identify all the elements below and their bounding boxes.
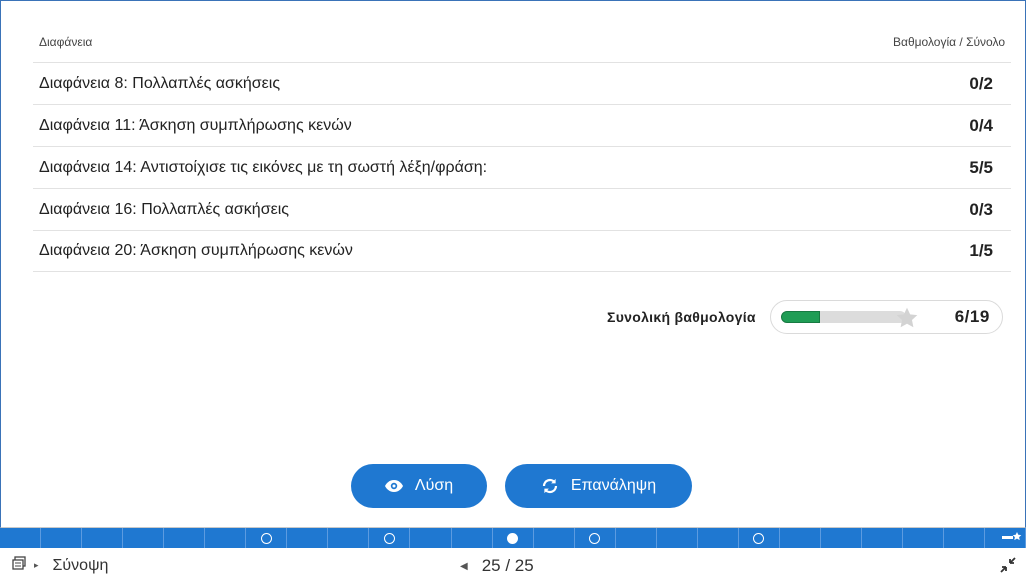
caret-right-icon: ▸ <box>34 560 39 570</box>
triangle-left-icon[interactable]: ◀ <box>460 561 468 572</box>
progress-segment[interactable] <box>123 528 165 548</box>
retry-button[interactable]: Επανάληψη <box>505 464 692 508</box>
progress-segment[interactable] <box>616 528 657 548</box>
progress-segment[interactable] <box>575 528 616 548</box>
progress-segment[interactable] <box>821 528 862 548</box>
refresh-icon <box>541 477 559 495</box>
score-progress-bar <box>780 311 906 323</box>
progress-segment[interactable] <box>534 528 575 548</box>
retry-label: Επανάληψη <box>570 477 657 494</box>
total-score-value: 6/19 <box>954 307 990 326</box>
progress-segment[interactable] <box>41 528 83 548</box>
progress-marker <box>507 532 519 544</box>
progress-segment[interactable] <box>164 528 206 548</box>
progress-segment[interactable] <box>0 528 42 548</box>
score-progress-fill <box>780 311 821 323</box>
progress-marker <box>589 532 601 544</box>
results-panel: Διαφάνεια Βαθμολογία / Σύνολο Διαφάνεια … <box>0 0 1026 528</box>
page-navigation: ◀ 25 / 25 <box>460 556 534 576</box>
table-row[interactable]: Διαφάνεια 20: Άσκηση συμπλήρωσης κενών 1/… <box>33 230 1011 272</box>
solution-label: Λύση <box>414 477 454 494</box>
row-score: 5/5 <box>969 157 993 177</box>
table-header: Διαφάνεια Βαθμολογία / Σύνολο <box>33 21 1011 62</box>
summary-label: Σύνοψη <box>52 556 109 574</box>
row-slide-label: Διαφάνεια 8: Πολλαπλές ασκήσεις <box>39 74 281 92</box>
progress-end-icon <box>1002 530 1022 547</box>
table-row[interactable]: Διαφάνεια 11: Άσκηση συμπλήρωσης κενών 0/… <box>33 104 1011 146</box>
total-score-label: Συνολική βαθμολογία <box>607 309 756 325</box>
progress-segment[interactable] <box>452 528 493 548</box>
row-score: 0/4 <box>969 115 993 135</box>
progress-segment[interactable] <box>205 528 247 548</box>
progress-segment[interactable] <box>698 528 739 548</box>
table-row[interactable]: Διαφάνεια 8: Πολλαπλές ασκήσεις 0/2 <box>33 62 1011 104</box>
progress-marker <box>383 532 395 544</box>
progress-segment[interactable] <box>369 528 411 548</box>
row-slide-label: Διαφάνεια 20: Άσκηση συμπλήρωσης κενών <box>39 242 353 259</box>
row-slide-label: Διαφάνεια 11: Άσκηση συμπλήρωσης κενών <box>39 116 352 134</box>
eye-icon <box>384 480 403 492</box>
progress-segment[interactable] <box>410 528 452 548</box>
header-slide: Διαφάνεια <box>39 34 93 49</box>
summary-menu[interactable]: ▸ Σύνοψη <box>12 556 108 575</box>
results-table: Διαφάνεια Βαθμολογία / Σύνολο Διαφάνεια … <box>33 21 1011 272</box>
header-score: Βαθμολογία / Σύνολο <box>893 34 1005 49</box>
progress-segment[interactable] <box>246 528 288 548</box>
progress-segment[interactable] <box>862 528 904 548</box>
total-score: Συνολική βαθμολογία 6/19 <box>607 300 1003 334</box>
slides-icon <box>12 556 26 575</box>
row-slide-label: Διαφάνεια 16: Πολλαπλές ασκήσεις <box>39 200 289 218</box>
progress-marker <box>753 532 765 544</box>
progress-segment[interactable] <box>287 528 329 548</box>
row-score: 1/5 <box>969 241 993 260</box>
row-slide-label: Διαφάνεια 14: Αντιστοίχισε τις εικόνες μ… <box>39 158 488 176</box>
slide-progress-bar[interactable] <box>0 528 1026 548</box>
progress-segment[interactable] <box>780 528 821 548</box>
progress-segment[interactable] <box>657 528 698 548</box>
progress-segment[interactable] <box>493 528 534 548</box>
star-icon <box>896 307 918 328</box>
progress-segment[interactable] <box>739 528 780 548</box>
table-row[interactable]: Διαφάνεια 16: Πολλαπλές ασκήσεις 0/3 <box>33 188 1011 230</box>
solution-button[interactable]: Λύση <box>351 464 487 508</box>
progress-segment[interactable] <box>944 528 986 548</box>
progress-segment[interactable] <box>82 528 124 548</box>
progress-segment[interactable] <box>328 528 370 548</box>
total-score-box: 6/19 <box>769 300 1003 334</box>
row-score: 0/3 <box>969 199 993 219</box>
exit-fullscreen-icon[interactable] <box>1000 557 1016 578</box>
progress-segment[interactable] <box>903 528 945 548</box>
page-indicator: 25 / 25 <box>481 556 534 575</box>
progress-marker <box>260 532 272 544</box>
row-score: 0/2 <box>969 73 993 93</box>
table-row[interactable]: Διαφάνεια 14: Αντιστοίχισε τις εικόνες μ… <box>33 146 1011 188</box>
